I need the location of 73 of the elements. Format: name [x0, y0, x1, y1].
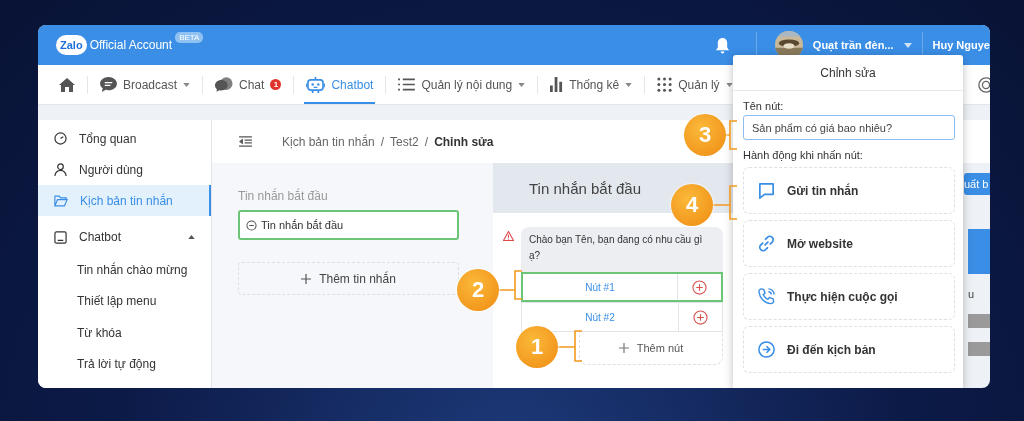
- gauge-icon[interactable]: [54, 132, 67, 145]
- preview-bar: [968, 314, 990, 328]
- sidebar-item[interactable]: Người dùng: [38, 154, 211, 185]
- message-item[interactable]: Tin nhắn bắt đầu: [238, 210, 459, 240]
- phone-preview-bar: [968, 229, 990, 274]
- sidebar-subitem[interactable]: Từ khóa: [38, 317, 211, 349]
- message-icon: [757, 181, 776, 200]
- preview-bar: [968, 342, 990, 356]
- nav-tab[interactable]: Quản lý: [655, 65, 735, 104]
- user-icon[interactable]: [54, 163, 67, 176]
- bar-chart-icon[interactable]: [550, 77, 564, 92]
- menu-fold-icon[interactable]: [239, 136, 252, 147]
- bracket-line: [713, 185, 738, 220]
- breadcrumb-separator: /: [424, 134, 429, 149]
- sidebar-subitem[interactable]: Tin nhắn chào mừng: [38, 254, 211, 286]
- add-circle-icon[interactable]: [693, 309, 708, 325]
- sidebar-subitem[interactable]: Thiết lập menu: [38, 285, 211, 317]
- caret-icon[interactable]: [188, 235, 195, 239]
- bracket-line: [558, 330, 583, 362]
- action-option[interactable]: Mở website: [743, 220, 955, 267]
- sidebar-item[interactable]: Chatbot: [38, 220, 211, 254]
- link-icon: [757, 234, 776, 253]
- nav-tab[interactable]: Chat 1: [213, 65, 284, 104]
- sidebar-subitem[interactable]: Trả lời tự động: [38, 348, 211, 380]
- add-circle-icon[interactable]: [692, 279, 707, 295]
- caret-icon[interactable]: [183, 82, 191, 87]
- action-option[interactable]: Thực hiện cuộc gọi: [743, 273, 955, 320]
- bracket-line: [499, 270, 523, 300]
- phone-icon: [757, 287, 776, 306]
- chat-bubbles-icon[interactable]: [215, 77, 234, 92]
- bracket-line: [726, 120, 738, 150]
- action-option[interactable]: Đi đến kịch bản: [743, 326, 955, 373]
- reply-button-row[interactable]: Nút #2: [521, 302, 723, 332]
- speech-bubble-icon[interactable]: [100, 77, 117, 92]
- field-label: Tên nút:: [743, 100, 785, 112]
- breadcrumb-current: Chỉnh sửa: [434, 134, 494, 149]
- screen-icon[interactable]: [54, 230, 67, 244]
- brand-name: Official Account: [89, 38, 173, 52]
- robot-icon[interactable]: [306, 76, 326, 93]
- panel-title: Chỉnh sửa: [733, 55, 963, 91]
- sidebar-item[interactable]: Tổng quan: [38, 123, 211, 154]
- add-message-button[interactable]: Thêm tin nhắn: [238, 262, 459, 295]
- target-icon[interactable]: [978, 76, 990, 93]
- caret-icon[interactable]: [725, 82, 733, 87]
- beta-badge: BETA: [175, 31, 204, 43]
- caret-icon[interactable]: [518, 82, 526, 87]
- caret-icon[interactable]: [625, 82, 633, 87]
- reply-button-row[interactable]: Nút #1: [521, 272, 723, 302]
- logo[interactable]: Zalo: [56, 35, 87, 55]
- action-option[interactable]: Gửi tin nhắn: [743, 167, 955, 214]
- breadcrumb-link[interactable]: Test2: [390, 134, 419, 149]
- add-button-button[interactable]: Thêm nút: [579, 332, 723, 365]
- nav-tab[interactable]: Thống kê: [548, 65, 635, 104]
- nav-tab[interactable]: Broadcast: [98, 65, 193, 104]
- grid-icon[interactable]: [657, 77, 673, 92]
- plus-icon: [301, 273, 312, 284]
- nav-tab[interactable]: Chatbot: [304, 65, 376, 104]
- arrow-circle-icon: [757, 340, 776, 359]
- minus-circle-icon: [246, 219, 257, 231]
- home-icon[interactable]: [59, 77, 75, 92]
- section-label: Tin nhắn bắt đầu: [238, 189, 329, 203]
- field-label: Hành động khi nhấn nút:: [743, 149, 864, 161]
- breadcrumb-link[interactable]: Kịch bản tin nhắn: [282, 134, 375, 149]
- breadcrumb-separator: /: [380, 134, 385, 149]
- nav-tab[interactable]: Quản lý nội dung: [396, 65, 528, 104]
- button-name-field[interactable]: Sản phẩm có giá bao nhiêu?: [743, 115, 955, 140]
- plus-icon: [618, 343, 629, 353]
- folder-icon[interactable]: [54, 194, 68, 207]
- preview-title: Tin nhắn bắt đầu: [529, 179, 642, 197]
- bell-icon[interactable]: [714, 36, 730, 54]
- message-bubble: Chào bạn Tên, bạn đang có nhu cầu gì ạ?: [521, 227, 723, 272]
- preview-text: u: [968, 288, 976, 300]
- list-icon[interactable]: [398, 78, 416, 91]
